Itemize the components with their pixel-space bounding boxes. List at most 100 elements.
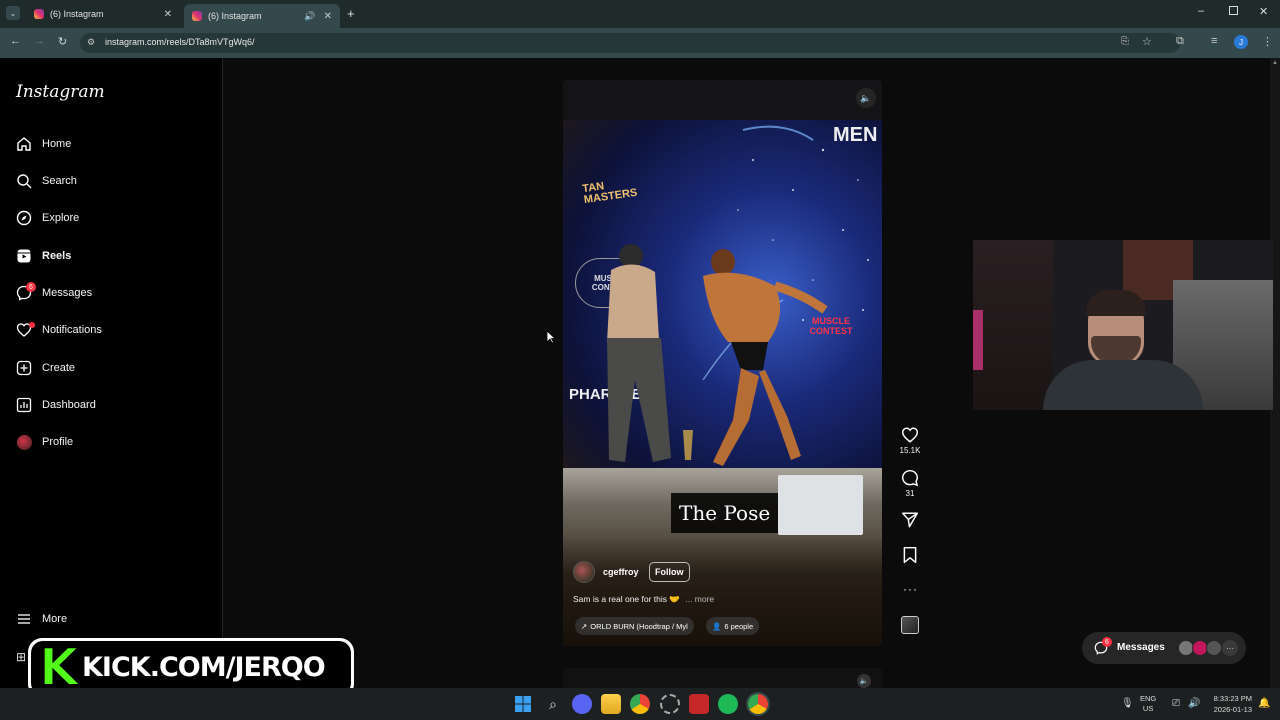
discord-icon[interactable]: [572, 694, 592, 714]
back-arrow-icon[interactable]: ←: [10, 35, 21, 47]
chrome-active-icon[interactable]: [748, 694, 768, 714]
stage-printer: [778, 475, 863, 535]
audio-thumbnail[interactable]: [901, 616, 919, 634]
search-icon: [16, 173, 32, 189]
obs-icon[interactable]: [660, 694, 680, 714]
sidebar-item-notifications[interactable]: Notifications: [16, 320, 102, 340]
language-indicator[interactable]: ENG US: [1140, 694, 1156, 714]
also-from-meta-icon[interactable]: ⊞: [16, 650, 26, 664]
streamer-hoodie: [1043, 360, 1203, 410]
contact-avatar: [1206, 640, 1222, 656]
tagged-people-count: 6 people: [724, 621, 754, 631]
more-contacts-icon: ···: [1222, 640, 1238, 656]
speaker-icon[interactable]: 🔈: [857, 674, 871, 688]
app-icon[interactable]: [689, 694, 709, 714]
follow-button[interactable]: Follow: [649, 562, 690, 582]
audio-pill[interactable]: ↗ ORLD BURN (Hoodtrap / Myl: [575, 617, 694, 635]
sidebar-item-profile[interactable]: Profile: [16, 432, 73, 452]
instagram-logo[interactable]: Instagram: [16, 82, 105, 102]
sidebar-item-label: Messages: [42, 287, 93, 299]
forward-arrow-icon[interactable]: →: [34, 35, 45, 47]
volume-icon[interactable]: 🔊: [1188, 698, 1200, 709]
sidebar-item-dashboard[interactable]: Dashboard: [16, 395, 96, 415]
unmute-button[interactable]: 🔈: [856, 88, 876, 108]
network-icon[interactable]: ⎚: [1172, 698, 1180, 709]
extensions-icon[interactable]: ⧉: [1176, 35, 1184, 48]
instagram-favicon-icon: [34, 9, 44, 19]
browser-tab-active[interactable]: (6) Instagram 🔊 ✕: [184, 4, 340, 28]
browser-tab-bar: ⌄ (6) Instagram ✕ (6) Instagram 🔊 ✕ + – …: [0, 0, 1280, 28]
browser-tab[interactable]: (6) Instagram ✕: [26, 4, 180, 24]
system-clock[interactable]: 8:33:23 PM 2026-01-13: [1206, 693, 1252, 715]
author-username[interactable]: cgeffroy: [603, 567, 639, 577]
site-info-icon[interactable]: ⚙: [87, 37, 95, 48]
caption-more-link[interactable]: ... more: [685, 594, 714, 604]
new-tab-button[interactable]: +: [347, 6, 355, 21]
file-explorer-icon[interactable]: [601, 694, 621, 714]
taskbar-search-icon[interactable]: ⌕: [543, 694, 563, 714]
close-tab-icon[interactable]: ✕: [324, 11, 332, 22]
close-tab-icon[interactable]: ✕: [164, 9, 172, 20]
mouse-cursor: [546, 330, 557, 349]
clock-date: 2026-01-13: [1213, 705, 1252, 714]
sidebar-item-label: Dashboard: [42, 399, 96, 411]
tab-title: (6) Instagram: [208, 11, 262, 21]
tagged-people-pill[interactable]: 👤 6 people: [706, 617, 760, 635]
comment-count: 31: [905, 489, 915, 498]
more-options-icon[interactable]: ···: [903, 582, 918, 596]
webcam-left-wall: [973, 240, 1053, 410]
notification-dot: [29, 322, 35, 328]
notification-badge: 6: [26, 282, 36, 292]
spotify-icon[interactable]: [718, 694, 738, 714]
windows-start-icon[interactable]: [513, 694, 533, 714]
reload-icon[interactable]: ↻: [58, 35, 67, 48]
region-code: US: [1142, 704, 1154, 713]
bookmark-star-icon[interactable]: ☆: [1142, 35, 1152, 48]
language-code: ENG: [1140, 694, 1157, 703]
sidebar-item-label: Search: [42, 175, 77, 187]
sidebar-item-more[interactable]: More: [16, 609, 67, 629]
like-button[interactable]: [901, 426, 919, 444]
browser-menu-icon[interactable]: ⋮: [1262, 35, 1273, 48]
sidebar-item-search[interactable]: Search: [16, 171, 77, 191]
sidebar-item-reels[interactable]: Reels: [16, 246, 71, 266]
url-text[interactable]: instagram.com/reels/DTa8mVTgWq6/: [105, 37, 255, 47]
save-button[interactable]: [902, 546, 918, 564]
install-app-icon[interactable]: ⎘: [1121, 36, 1129, 47]
notification-bell-icon[interactable]: 🔔: [1258, 698, 1270, 709]
sidebar-item-create[interactable]: Create: [16, 358, 75, 378]
instagram-favicon-icon: [192, 11, 202, 21]
sidebar-item-explore[interactable]: Explore: [16, 208, 79, 228]
share-button[interactable]: [901, 511, 919, 529]
sidebar-item-label: More: [42, 613, 68, 625]
profile-avatar[interactable]: J: [1234, 35, 1248, 49]
next-reel-preview[interactable]: 🔈: [563, 668, 882, 690]
sidebar-item-label: Explore: [42, 212, 80, 224]
restore-window-button[interactable]: [1229, 6, 1238, 15]
audio-playing-icon[interactable]: 🔊: [304, 11, 315, 22]
heart-icon: [16, 322, 35, 338]
close-window-button[interactable]: ✕: [1259, 5, 1268, 18]
hamburger-menu-icon: [16, 611, 32, 627]
sidebar-item-home[interactable]: Home: [16, 134, 71, 154]
comment-icon: [901, 469, 919, 487]
compass-icon: [16, 210, 32, 226]
comment-button[interactable]: [901, 469, 919, 487]
microphone-icon[interactable]: 🎙: [1121, 698, 1134, 709]
messages-label: Messages: [1117, 642, 1165, 653]
webcam-led-light: [973, 310, 983, 370]
author-avatar[interactable]: [573, 561, 595, 583]
dashboard-icon: [16, 397, 32, 413]
sidebar-item-messages[interactable]: 6 Messages: [16, 282, 93, 303]
messenger-icon: 6: [16, 282, 36, 301]
chrome-icon[interactable]: [630, 694, 650, 714]
minimize-window-button[interactable]: –: [1198, 5, 1204, 17]
media-control-icon[interactable]: ≡: [1211, 35, 1217, 47]
tab-list-chevron-icon[interactable]: ⌄: [6, 6, 20, 20]
streamer-hair: [1086, 290, 1146, 316]
paper-plane-icon: [901, 512, 919, 528]
messages-floating-button[interactable]: 6 Messages ···: [1082, 632, 1246, 664]
video-caption-overlay: The Pose: [671, 493, 779, 533]
home-icon: [16, 136, 32, 152]
reel-video[interactable]: MEN TAN MASTERS MUSCLE CONTEST MUSCLE CO…: [563, 80, 882, 646]
